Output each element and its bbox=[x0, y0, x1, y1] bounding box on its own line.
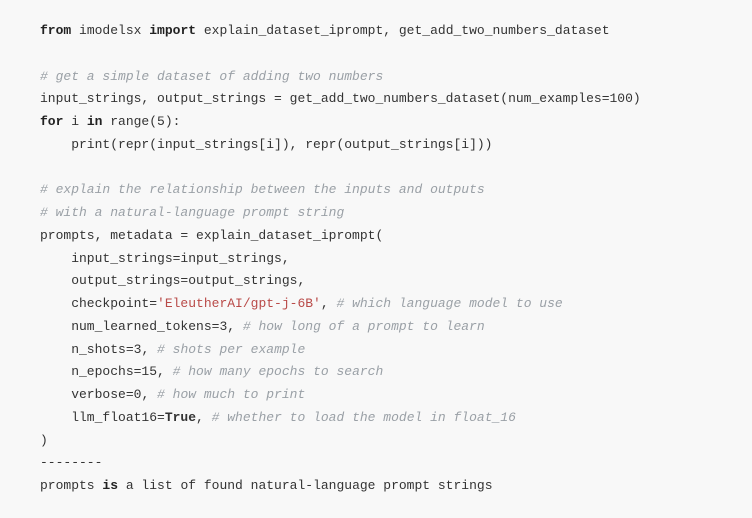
text: , bbox=[321, 296, 337, 311]
keyword-in: in bbox=[87, 114, 103, 129]
code-line bbox=[40, 43, 712, 66]
text: n_epochs= bbox=[40, 364, 141, 379]
text: checkpoint= bbox=[40, 296, 157, 311]
text: llm_float16= bbox=[40, 410, 165, 425]
comment: # whether to load the model in float_16 bbox=[212, 410, 516, 425]
code-line: n_epochs=15, # how many epochs to search bbox=[40, 361, 712, 384]
text: ) bbox=[40, 433, 48, 448]
text: a list of found natural-language prompt … bbox=[118, 478, 492, 493]
text: input_strings=input_strings, bbox=[40, 251, 290, 266]
code-line: n_shots=3, # shots per example bbox=[40, 339, 712, 362]
code-line: checkpoint='EleutherAI/gpt-j-6B', # whic… bbox=[40, 293, 712, 316]
text: , bbox=[141, 387, 157, 402]
text: explain_dataset_iprompt, get_add_two_num… bbox=[196, 23, 609, 38]
text: ) bbox=[633, 91, 641, 106]
code-line: -------- bbox=[40, 452, 712, 475]
comment: # how many epochs to search bbox=[173, 364, 384, 379]
code-line: llm_float16=True, # whether to load the … bbox=[40, 407, 712, 430]
keyword-from: from bbox=[40, 23, 71, 38]
text: imodelsx bbox=[71, 23, 149, 38]
code-line: num_learned_tokens=3, # how long of a pr… bbox=[40, 316, 712, 339]
code-line: output_strings=output_strings, bbox=[40, 270, 712, 293]
comment: # get a simple dataset of adding two num… bbox=[40, 69, 383, 84]
text: -------- bbox=[40, 455, 102, 470]
keyword-is: is bbox=[102, 478, 118, 493]
text: , bbox=[227, 319, 243, 334]
code-line: for i in range(5): bbox=[40, 111, 712, 134]
code-line: prompts is a list of found natural-langu… bbox=[40, 475, 712, 498]
keyword-for: for bbox=[40, 114, 63, 129]
text: n_shots= bbox=[40, 342, 134, 357]
number: 5 bbox=[157, 114, 165, 129]
code-line bbox=[40, 157, 712, 180]
text: print(repr(input_strings[i]), repr(outpu… bbox=[40, 137, 492, 152]
boolean: True bbox=[165, 410, 196, 425]
code-line: # explain the relationship between the i… bbox=[40, 179, 712, 202]
keyword-import: import bbox=[149, 23, 196, 38]
text: prompts bbox=[40, 478, 102, 493]
code-block: from imodelsx import explain_dataset_ipr… bbox=[40, 20, 712, 498]
comment: # how much to print bbox=[157, 387, 305, 402]
code-line: input_strings=input_strings, bbox=[40, 248, 712, 271]
text: , bbox=[141, 342, 157, 357]
comment: # explain the relationship between the i… bbox=[40, 182, 485, 197]
text: range( bbox=[102, 114, 157, 129]
code-line: prompts, metadata = explain_dataset_ipro… bbox=[40, 225, 712, 248]
comment: # which language model to use bbox=[336, 296, 562, 311]
number: 15 bbox=[141, 364, 157, 379]
comment: # shots per example bbox=[157, 342, 305, 357]
text: , bbox=[157, 364, 173, 379]
code-line: print(repr(input_strings[i]), repr(outpu… bbox=[40, 134, 712, 157]
comment: # how long of a prompt to learn bbox=[243, 319, 485, 334]
code-line: verbose=0, # how much to print bbox=[40, 384, 712, 407]
comment: # with a natural-language prompt string bbox=[40, 205, 344, 220]
text: verbose= bbox=[40, 387, 134, 402]
text: , bbox=[196, 410, 212, 425]
text: ): bbox=[165, 114, 181, 129]
text: i bbox=[63, 114, 86, 129]
code-line: from imodelsx import explain_dataset_ipr… bbox=[40, 20, 712, 43]
text: output_strings=output_strings, bbox=[40, 273, 305, 288]
code-line: # with a natural-language prompt string bbox=[40, 202, 712, 225]
string: 'EleutherAI/gpt-j-6B' bbox=[157, 296, 321, 311]
code-line: input_strings, output_strings = get_add_… bbox=[40, 88, 712, 111]
code-line: ) bbox=[40, 430, 712, 453]
code-line: # get a simple dataset of adding two num… bbox=[40, 66, 712, 89]
text: num_learned_tokens= bbox=[40, 319, 219, 334]
text: input_strings, output_strings = get_add_… bbox=[40, 91, 610, 106]
number: 100 bbox=[610, 91, 633, 106]
text: prompts, metadata = explain_dataset_ipro… bbox=[40, 228, 383, 243]
